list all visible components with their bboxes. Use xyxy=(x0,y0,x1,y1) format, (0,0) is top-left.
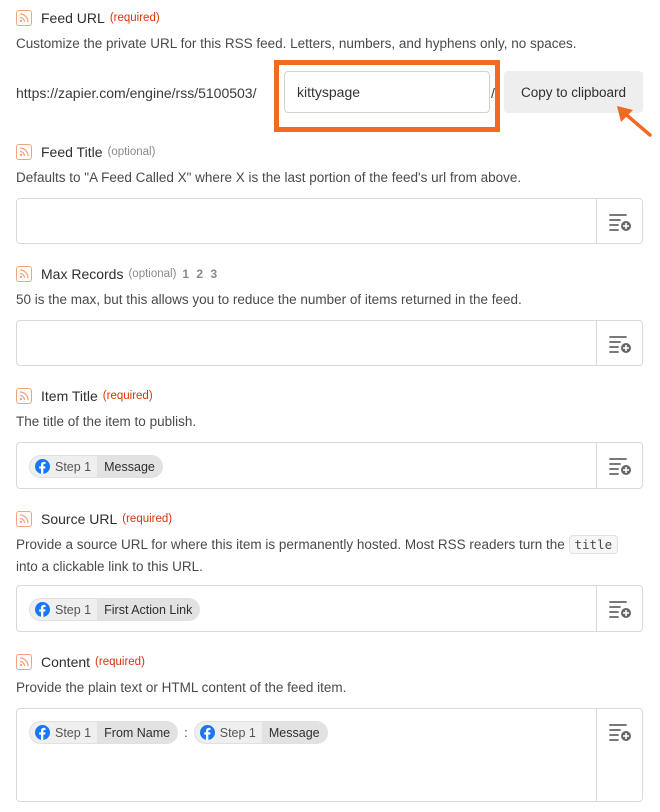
optional-tag: (optional) xyxy=(128,268,177,280)
field-label: Item Title xyxy=(41,388,98,404)
field-description: Provide the plain text or HTML content o… xyxy=(16,680,347,695)
pill-value: From Name xyxy=(97,722,178,743)
rss-icon xyxy=(16,511,32,527)
feed-url-prefix: https://zapier.com/engine/rss/5100503/ xyxy=(16,85,257,101)
feed-title-input[interactable] xyxy=(16,198,643,244)
rss-icon xyxy=(16,654,32,670)
rss-icon xyxy=(16,144,32,160)
rss-icon xyxy=(16,10,32,26)
description-text: Provide a source URL for where this item… xyxy=(16,537,569,552)
field-label: Source URL xyxy=(41,511,118,527)
item-title-section: Item Title (required) The title of the i… xyxy=(16,386,643,433)
insert-data-button[interactable] xyxy=(596,199,642,243)
facebook-icon xyxy=(35,725,50,740)
insert-data-button[interactable] xyxy=(596,443,642,488)
insert-data-button[interactable] xyxy=(596,321,642,365)
facebook-icon xyxy=(35,459,50,474)
field-description: 50 is the max, but this allows you to re… xyxy=(16,292,522,307)
feed-title-section: Feed Title (optional) Defaults to "A Fee… xyxy=(16,142,643,189)
field-description: Defaults to "A Feed Called X" where X is… xyxy=(16,170,522,185)
source-url-section: Source URL (required) Provide a source U… xyxy=(16,509,643,578)
field-description: Provide a source URL for where this item… xyxy=(16,534,643,578)
field-description: Customize the private URL for this RSS f… xyxy=(16,36,577,51)
facebook-icon xyxy=(35,602,50,617)
field-label: Max Records xyxy=(41,266,124,282)
pill-value: First Action Link xyxy=(97,599,200,620)
required-tag: (required) xyxy=(122,513,173,525)
description-text: into a clickable link to this URL. xyxy=(16,559,203,574)
optional-tag: (optional) xyxy=(107,146,156,158)
pill-value: Message xyxy=(97,456,162,477)
feed-url-row: https://zapier.com/engine/rss/5100503/ /… xyxy=(16,60,656,132)
arrow-annotation-icon xyxy=(617,106,652,137)
insert-data-button[interactable] xyxy=(596,586,642,631)
feed-url-input[interactable] xyxy=(284,71,490,113)
field-label: Feed URL xyxy=(41,10,105,26)
max-records-input[interactable] xyxy=(16,320,643,366)
feed-url-section: Feed URL (required) Customize the privat… xyxy=(16,8,643,55)
insert-data-button[interactable] xyxy=(596,709,642,801)
pill-value: Message xyxy=(261,722,327,743)
data-pill[interactable]: Step 1 First Action Link xyxy=(29,598,201,621)
max-records-section: Max Records (optional) 1 2 3 50 is the m… xyxy=(16,264,643,311)
feed-url-slash: / xyxy=(491,85,495,101)
field-label: Content xyxy=(41,654,91,670)
code-snippet: title xyxy=(568,535,619,554)
content-input[interactable]: Step 1 From Name : Step 1 Message xyxy=(16,708,643,802)
facebook-icon xyxy=(199,725,215,740)
pill-step: Step 1 xyxy=(55,602,92,617)
insert-data-icon xyxy=(608,601,631,618)
rss-icon xyxy=(16,388,32,404)
rss-icon xyxy=(16,266,32,282)
data-pill[interactable]: Step 1 Message xyxy=(29,455,163,478)
data-pill[interactable]: Step 1 From Name xyxy=(29,721,179,744)
pill-step: Step 1 xyxy=(55,459,92,474)
required-tag: (required) xyxy=(95,656,145,668)
number-type-hint: 1 2 3 xyxy=(182,267,220,281)
required-tag: (required) xyxy=(109,12,160,24)
insert-data-icon xyxy=(608,336,631,353)
pill-step: Step 1 xyxy=(219,725,256,740)
item-title-input[interactable]: Step 1 Message xyxy=(16,442,643,489)
data-pill[interactable]: Step 1 Message xyxy=(193,721,328,744)
content-section: Content (required) Provide the plain tex… xyxy=(16,652,643,699)
pill-separator: : xyxy=(184,725,188,740)
insert-data-icon xyxy=(608,214,631,231)
insert-data-icon xyxy=(608,458,631,475)
field-description: The title of the item to publish. xyxy=(16,414,197,429)
source-url-input[interactable]: Step 1 First Action Link xyxy=(16,585,643,632)
field-label: Feed Title xyxy=(41,144,103,160)
required-tag: (required) xyxy=(102,390,153,402)
pill-step: Step 1 xyxy=(55,725,92,740)
insert-data-icon xyxy=(608,724,631,741)
